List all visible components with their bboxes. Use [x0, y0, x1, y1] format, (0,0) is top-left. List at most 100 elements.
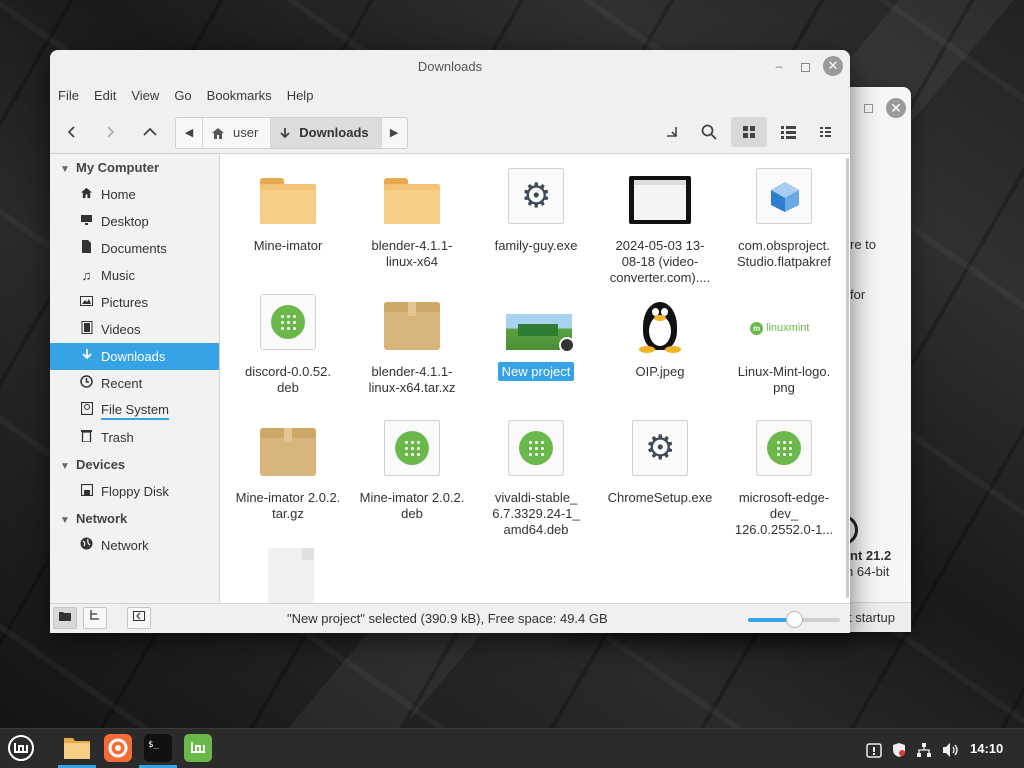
file-name: vivaldi-stable_ [494, 490, 578, 505]
volume-icon[interactable] [942, 729, 960, 768]
chevron-up-icon [143, 127, 157, 136]
sidebar-section-my-computer[interactable]: ▼ My Computer [50, 154, 219, 181]
menu-help[interactable]: Help [287, 88, 314, 103]
network-icon [80, 532, 93, 559]
search-icon [701, 124, 717, 140]
file-item[interactable]: ⚙ ChromeSetup.exe [598, 418, 722, 506]
network-icon[interactable] [916, 729, 932, 768]
sidebar-item-documents[interactable]: Documents [50, 235, 219, 262]
sidebar-item-music[interactable]: ♫ Music [50, 262, 219, 289]
file-item[interactable]: Mine-imator 2.0.2. deb [350, 418, 474, 522]
sidebar-item-label: Documents [101, 241, 167, 256]
maximize-icon[interactable] [798, 50, 812, 83]
close-icon[interactable]: ✕ [823, 56, 843, 76]
sidebar-item-trash[interactable]: Trash [50, 424, 219, 451]
background-text: for [850, 287, 866, 302]
icon-view-button[interactable] [731, 117, 767, 147]
menu-file[interactable]: File [58, 88, 79, 103]
sidebar-item-recent[interactable]: Recent [50, 370, 219, 397]
clock[interactable]: 14:10 [970, 729, 1003, 768]
music-icon: ♫ [81, 268, 92, 283]
executable-icon: ⚙ [508, 168, 564, 224]
sidebar-item-videos[interactable]: Videos [50, 316, 219, 343]
shield-icon[interactable] [891, 729, 907, 768]
breadcrumb-downloads[interactable]: Downloads [270, 118, 381, 148]
pictures-icon [80, 289, 93, 316]
location-toggle-icon [667, 127, 677, 138]
document-icon [80, 235, 93, 262]
breadcrumb-right-button[interactable]: ▶ [380, 118, 407, 148]
file-item[interactable] [226, 546, 350, 603]
menu-go[interactable]: Go [174, 88, 191, 103]
taskbar-mintinstall-button[interactable] [183, 733, 213, 763]
zoom-slider-handle[interactable] [786, 611, 803, 628]
file-item[interactable]: ⚙ family-guy.exe [474, 166, 598, 254]
file-name: 08-18 (video- [621, 254, 699, 269]
file-item-selected[interactable]: New project [474, 292, 598, 381]
file-name: 6.7.3329.24-1_ [492, 506, 580, 521]
show-treeview-button[interactable] [83, 607, 107, 629]
sidebar-section-label: My Computer [76, 160, 160, 175]
file-item[interactable]: blender-4.1.1- linux-x64.tar.xz [350, 292, 474, 396]
list-view-button[interactable] [770, 117, 806, 147]
taskbar-firefox-button[interactable] [103, 733, 133, 763]
titlebar[interactable]: Downloads – ✕ [50, 50, 850, 83]
file-name: tar.gz [272, 506, 304, 521]
taskbar-files-button[interactable] [62, 733, 92, 763]
scrollbar[interactable] [846, 158, 849, 598]
file-grid[interactable]: Mine-imator blender-4.1.1- linux-x64 ⚙ fa… [221, 154, 850, 603]
menu-bookmarks[interactable]: Bookmarks [207, 88, 272, 103]
file-item[interactable]: m linuxmint Linux-Mint-logo. png [722, 292, 846, 396]
sidebar-item-file-system[interactable]: File System [50, 397, 219, 424]
download-icon [80, 343, 93, 370]
taskbar-terminal-button[interactable]: $_ [143, 733, 173, 763]
file-item[interactable]: OIP.jpeg [598, 292, 722, 380]
file-item[interactable]: microsoft-edge-dev_ 126.0.2552.0-1... [722, 418, 846, 538]
sidebar-item-downloads[interactable]: Downloads [50, 343, 219, 370]
file-item[interactable]: com.obsproject. Studio.flatpakref [722, 166, 846, 270]
show-places-button[interactable] [53, 607, 77, 629]
sidebar-item-desktop[interactable]: Desktop [50, 208, 219, 235]
archive-icon [260, 428, 316, 476]
sidebar-item-pictures[interactable]: Pictures [50, 289, 219, 316]
file-item[interactable]: Mine-imator [226, 166, 350, 254]
background-maximize-icon[interactable] [864, 104, 873, 113]
menu-view[interactable]: View [131, 88, 159, 103]
notification-icon[interactable] [866, 729, 882, 768]
menu-edit[interactable]: Edit [94, 88, 116, 103]
search-button[interactable] [695, 117, 723, 145]
folder-icon [384, 178, 440, 224]
back-button[interactable] [58, 117, 86, 145]
breadcrumb-left-button[interactable]: ◀ [176, 118, 202, 148]
sidebar-item-floppy-disk[interactable]: Floppy Disk [50, 478, 219, 505]
background-close-icon[interactable]: ✕ [886, 98, 906, 118]
file-item[interactable]: vivaldi-stable_ 6.7.3329.24-1_ amd64.deb [474, 418, 598, 538]
hide-sidebar-button[interactable] [127, 607, 151, 629]
sidebar-item-label: Floppy Disk [101, 484, 169, 499]
sidebar-item-label: Trash [101, 430, 134, 445]
file-item[interactable]: Mine-imator 2.0.2. tar.gz [226, 418, 350, 522]
sidebar-section-devices[interactable]: ▼ Devices [50, 451, 219, 478]
compact-view-button[interactable] [808, 117, 844, 147]
home-icon [80, 181, 93, 208]
mint-logo-text: linuxmint [766, 322, 810, 334]
sidebar-section-network[interactable]: ▼ Network [50, 505, 219, 532]
breadcrumb-user[interactable]: user [202, 118, 270, 148]
file-item[interactable]: blender-4.1.1- linux-x64 [350, 166, 474, 270]
chevron-left-icon [67, 126, 75, 138]
menubar: File Edit View Go Bookmarks Help [50, 83, 850, 108]
file-item[interactable]: 2024-05-03 13- 08-18 (video-converter.com… [598, 166, 722, 286]
file-item[interactable]: discord-0.0.52. deb [226, 292, 350, 396]
zoom-slider[interactable] [748, 611, 840, 628]
forward-button[interactable] [96, 117, 124, 145]
file-name: OIP.jpeg [635, 364, 685, 379]
mint-menu-button[interactable] [6, 733, 36, 763]
file-name: converter.com).... [609, 270, 711, 285]
toggle-location-button[interactable] [658, 117, 686, 145]
list-icon [781, 126, 796, 139]
minimize-icon[interactable]: – [772, 50, 786, 83]
sidebar-item-network[interactable]: Network [50, 532, 219, 559]
background-startup-label[interactable]: t startup [848, 610, 895, 625]
sidebar-item-home[interactable]: Home [50, 181, 219, 208]
up-button[interactable] [136, 117, 164, 145]
